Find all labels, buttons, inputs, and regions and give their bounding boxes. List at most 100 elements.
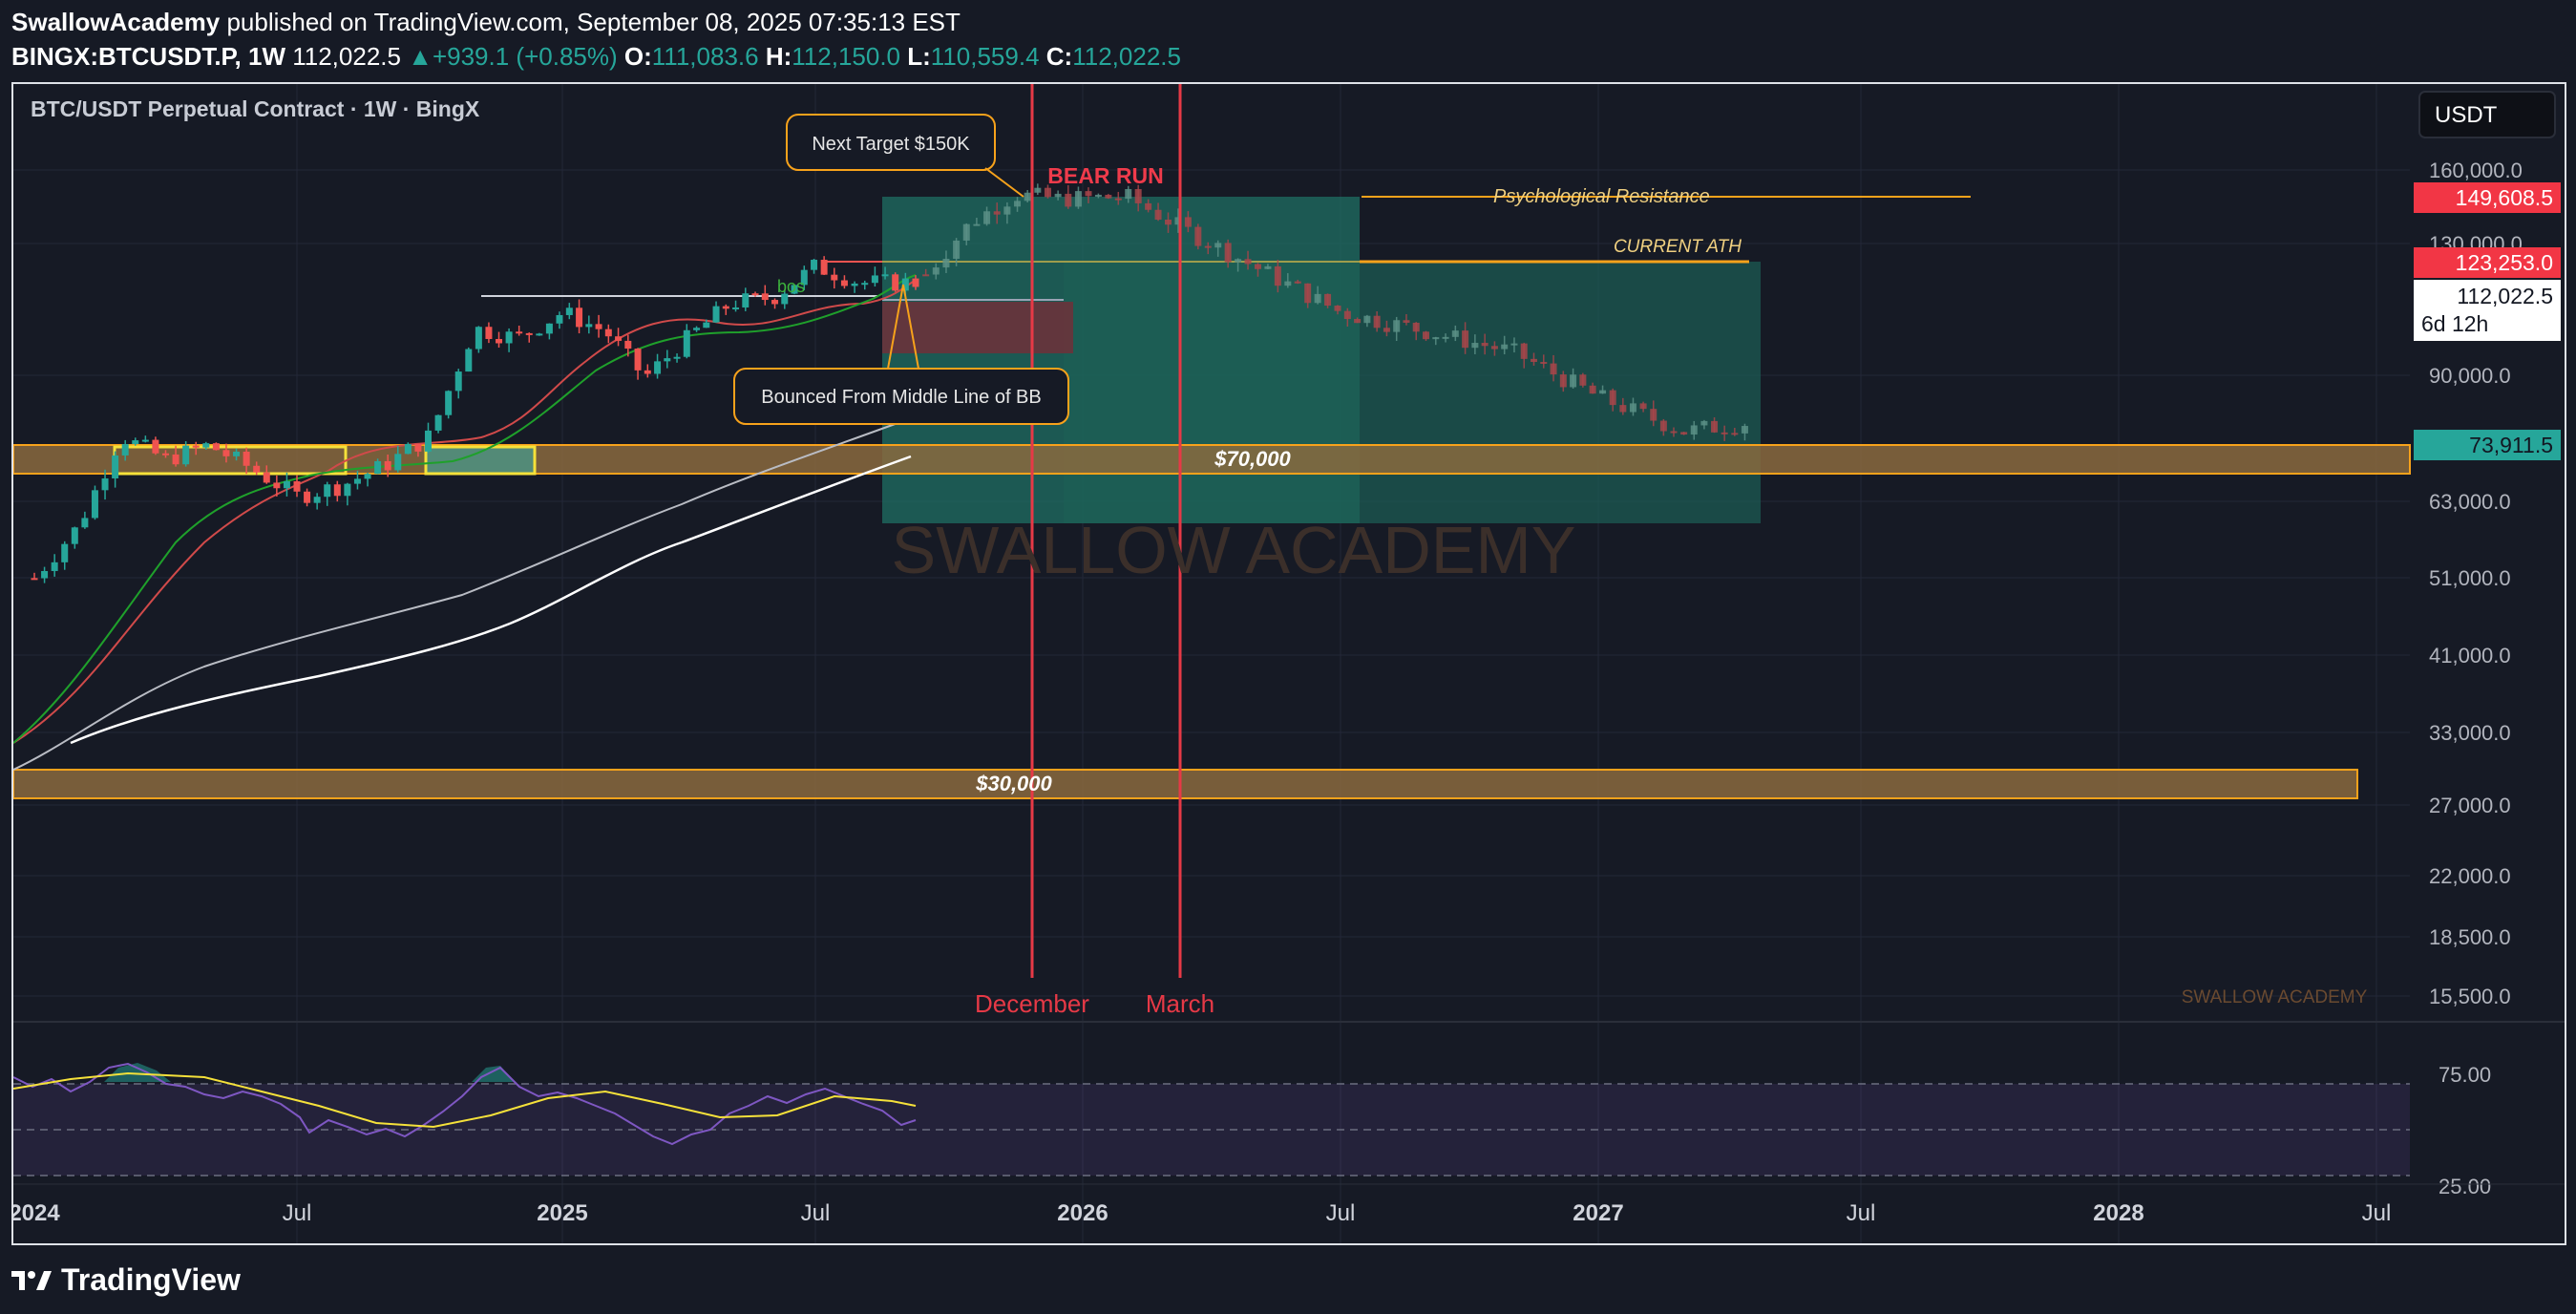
candle-body [152, 439, 159, 454]
candle-body [283, 480, 290, 489]
candle-body [742, 293, 750, 307]
bb-upper-line [13, 279, 917, 744]
candle-body [1294, 281, 1301, 284]
candle-body [475, 327, 482, 350]
price-tag-countdown: 6d 12h [2421, 311, 2488, 336]
december-label: December [975, 989, 1089, 1018]
candle-body [1451, 330, 1459, 337]
candle-body [881, 274, 889, 277]
price-tick: 51,000.0 [2429, 566, 2511, 590]
price-tick: 27,000.0 [2429, 794, 2511, 817]
candle-body [1054, 193, 1062, 198]
tradingview-logo-icon[interactable] [11, 1267, 52, 1292]
candle-body [1363, 315, 1371, 324]
support-zone-30k[interactable] [13, 769, 2358, 799]
candle-body [1670, 431, 1678, 434]
watermark-small: SWALLOW ACADEMY [2182, 987, 2368, 1007]
candle-body [253, 465, 261, 473]
zone-30k-label: $30,000 [975, 772, 1052, 795]
candle-body [585, 324, 593, 328]
publish-line: SwallowAcademy published on TradingView.… [11, 8, 961, 37]
candle-body [1094, 194, 1102, 197]
candle-body [1510, 343, 1518, 346]
candle-body [91, 490, 98, 519]
candle-body [233, 451, 241, 456]
candle-body [1224, 243, 1232, 263]
price-chart[interactable]: Next Target $150K BEAR RUN Psychological… [13, 84, 2565, 1243]
currency-button-label: USDT [2435, 102, 2498, 128]
candle-body [344, 483, 351, 497]
time-tick: 2028 [2093, 1200, 2143, 1226]
ohlc-line: BINGX:BTCUSDT.P, 1W 112,022.5 ▲+939.1 (+… [11, 42, 1181, 72]
bb-middle-line [13, 274, 917, 744]
candle-body [1403, 320, 1410, 323]
candle-body [644, 370, 651, 374]
candle-body [1629, 403, 1636, 413]
price-tick: 41,000.0 [2429, 644, 2511, 668]
candle-body [664, 358, 671, 362]
candle-body [222, 450, 230, 456]
candle-body [1194, 226, 1202, 246]
projection-zone-lower [1064, 262, 1761, 523]
candle-body [1044, 187, 1051, 198]
symbol-label[interactable]: BINGX:BTCUSDT.P, 1W [11, 42, 285, 71]
candle-body [496, 338, 503, 344]
bear-run-label: BEAR RUN [1047, 163, 1163, 188]
high-label: H: [765, 42, 792, 71]
candle-body [1599, 390, 1607, 394]
time-axis[interactable]: 2024 Jul 2025 Jul 2026 Jul 2027 Jul 2028… [13, 1200, 2391, 1226]
open-label: O: [623, 42, 652, 71]
candle-body [162, 453, 169, 456]
candle-body [1721, 432, 1728, 434]
high-value: 112,150.0 [792, 42, 901, 71]
candle-body [595, 324, 602, 329]
candle-body [1540, 362, 1548, 365]
candle-body [394, 454, 402, 471]
price-tick: 22,000.0 [2429, 864, 2511, 888]
candle-body [912, 278, 919, 287]
candle-body [871, 275, 878, 284]
candle-body [273, 482, 281, 489]
candle-body [993, 211, 1001, 215]
candle-body [1442, 336, 1449, 339]
candle-body [485, 327, 493, 339]
candle-body [1204, 245, 1212, 248]
candle-body [212, 443, 220, 451]
chart-frame[interactable]: Next Target $150K BEAR RUN Psychological… [11, 82, 2566, 1245]
close-label: C: [1045, 42, 1073, 71]
candle-body [1520, 343, 1528, 359]
candle-body [1003, 206, 1011, 215]
candle-body [1014, 201, 1022, 207]
close-value: 112,022.5 [1072, 42, 1181, 71]
candle-body [1619, 405, 1627, 413]
candle-body [683, 329, 690, 357]
footer: TradingView [11, 1259, 241, 1301]
publisher-name[interactable]: SwallowAcademy [11, 8, 220, 36]
candle-body [1609, 390, 1616, 406]
tradingview-brand[interactable]: TradingView [61, 1262, 241, 1298]
candle-body [973, 223, 981, 226]
time-tick: 2026 [1057, 1200, 1108, 1226]
candle-body [324, 484, 331, 498]
candle-body [313, 497, 321, 503]
next-target-text: Next Target $150K [812, 134, 970, 155]
candle-body [556, 314, 563, 324]
candle-body [1432, 337, 1440, 340]
candle-body [732, 307, 740, 309]
candle-body [1274, 265, 1281, 286]
candle-body [604, 328, 612, 337]
candle-body [202, 443, 210, 448]
open-value: 111,083.6 [651, 42, 759, 71]
candle-body [353, 478, 361, 484]
candle-body [771, 300, 779, 305]
ema-400-line [70, 455, 912, 745]
candle-body [703, 322, 710, 328]
time-tick: Jul [283, 1200, 312, 1226]
candle-body [1114, 198, 1122, 201]
candle-body [1741, 426, 1748, 434]
candle-body [851, 283, 858, 286]
candle-body [71, 527, 78, 544]
candle-body [1354, 319, 1362, 324]
price-tick: 33,000.0 [2429, 721, 2511, 745]
support-zone-70k[interactable] [13, 444, 2411, 475]
